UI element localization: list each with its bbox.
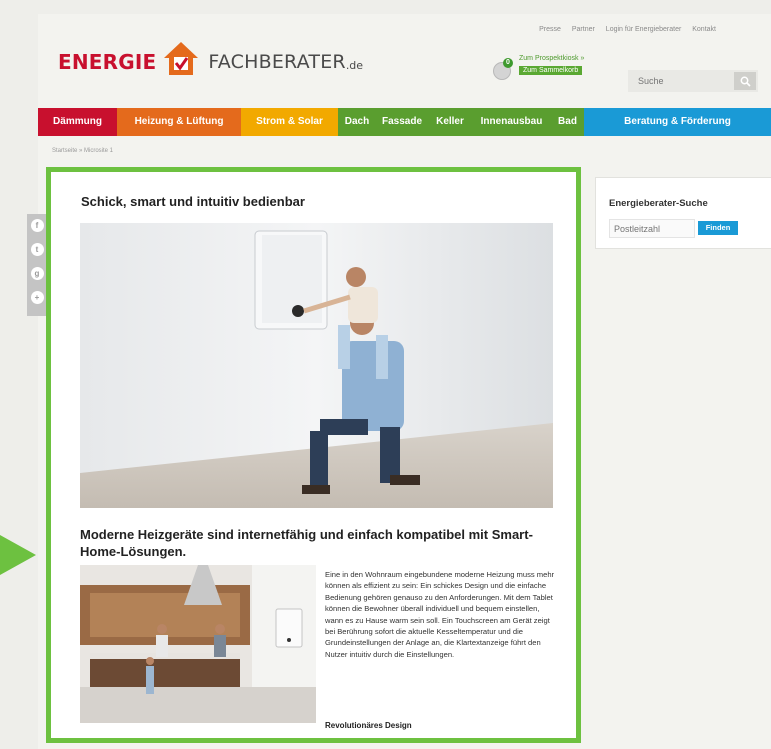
site-logo[interactable]: ENERGIE FACHBERATER .de [58,40,363,84]
share-icon[interactable]: + [30,291,44,304]
article-title: Schick, smart und intuitiv bedienbar [81,194,305,209]
search-button[interactable] [734,72,756,90]
nav-innenausbau[interactable]: Innenausbau [472,108,551,136]
logo-word-fachberater: FACHBERATER [208,51,346,73]
zip-input[interactable] [609,219,695,238]
article-subheading: Revolutionäres Design [325,721,412,730]
facebook-icon[interactable]: f [30,219,44,232]
kitchen-image [80,565,316,723]
house-check-icon [164,42,199,75]
twitter-icon[interactable]: t [30,243,44,256]
logo-suffix: .de [345,58,364,72]
social-share-bar: f t g + [27,214,47,316]
nav-bad[interactable]: Bad [551,108,584,136]
top-links: Presse Partner Login für Energieberater … [0,26,733,33]
basket-link[interactable]: Zum Sammelkorb [519,66,583,75]
article-body: Eine in den Wohnraum eingebundene modern… [325,570,555,659]
hero-photo [80,223,553,508]
nav-heizung[interactable]: Heizung & Lüftung [117,108,241,136]
find-button[interactable]: Finden [698,221,738,235]
search-icon [740,76,751,87]
breadcrumb[interactable]: Startseite » Microsite 1 [52,148,113,154]
main-nav: Dämmung Heizung & Lüftung Strom & Solar … [38,108,771,136]
nav-strom-solar[interactable]: Strom & Solar [241,108,338,136]
catalog-widget[interactable]: 0 Zum Prospektkiosk » Zum Sammelkorb [493,54,603,84]
link-kontakt[interactable]: Kontakt [692,26,716,33]
search-box [628,70,758,92]
kitchen-photo [80,565,316,723]
catalog-link[interactable]: Zum Prospektkiosk » [519,55,584,62]
hero-image [80,223,553,508]
link-presse[interactable]: Presse [539,26,561,33]
nav-beratung[interactable]: Beratung & Förderung [584,108,771,136]
nav-keller[interactable]: Keller [428,108,472,136]
googleplus-icon[interactable]: g [30,267,44,280]
search-input[interactable] [628,70,734,92]
nav-fassade[interactable]: Fassade [376,108,428,136]
highlight-arrow [0,535,36,575]
advisor-search-title: Energieberater-Suche [609,198,708,209]
catalog-count-badge: 0 [503,58,513,68]
article-subtitle: Moderne Heizgeräte sind internetfähig un… [80,527,533,559]
advisor-search-panel: Energieberater-Suche Finden [595,177,771,249]
nav-dach[interactable]: Dach [338,108,376,136]
link-partner[interactable]: Partner [572,26,595,33]
link-login[interactable]: Login für Energieberater [606,26,682,33]
logo-word-energie: ENERGIE [58,50,157,74]
nav-daemmung[interactable]: Dämmung [38,108,117,136]
